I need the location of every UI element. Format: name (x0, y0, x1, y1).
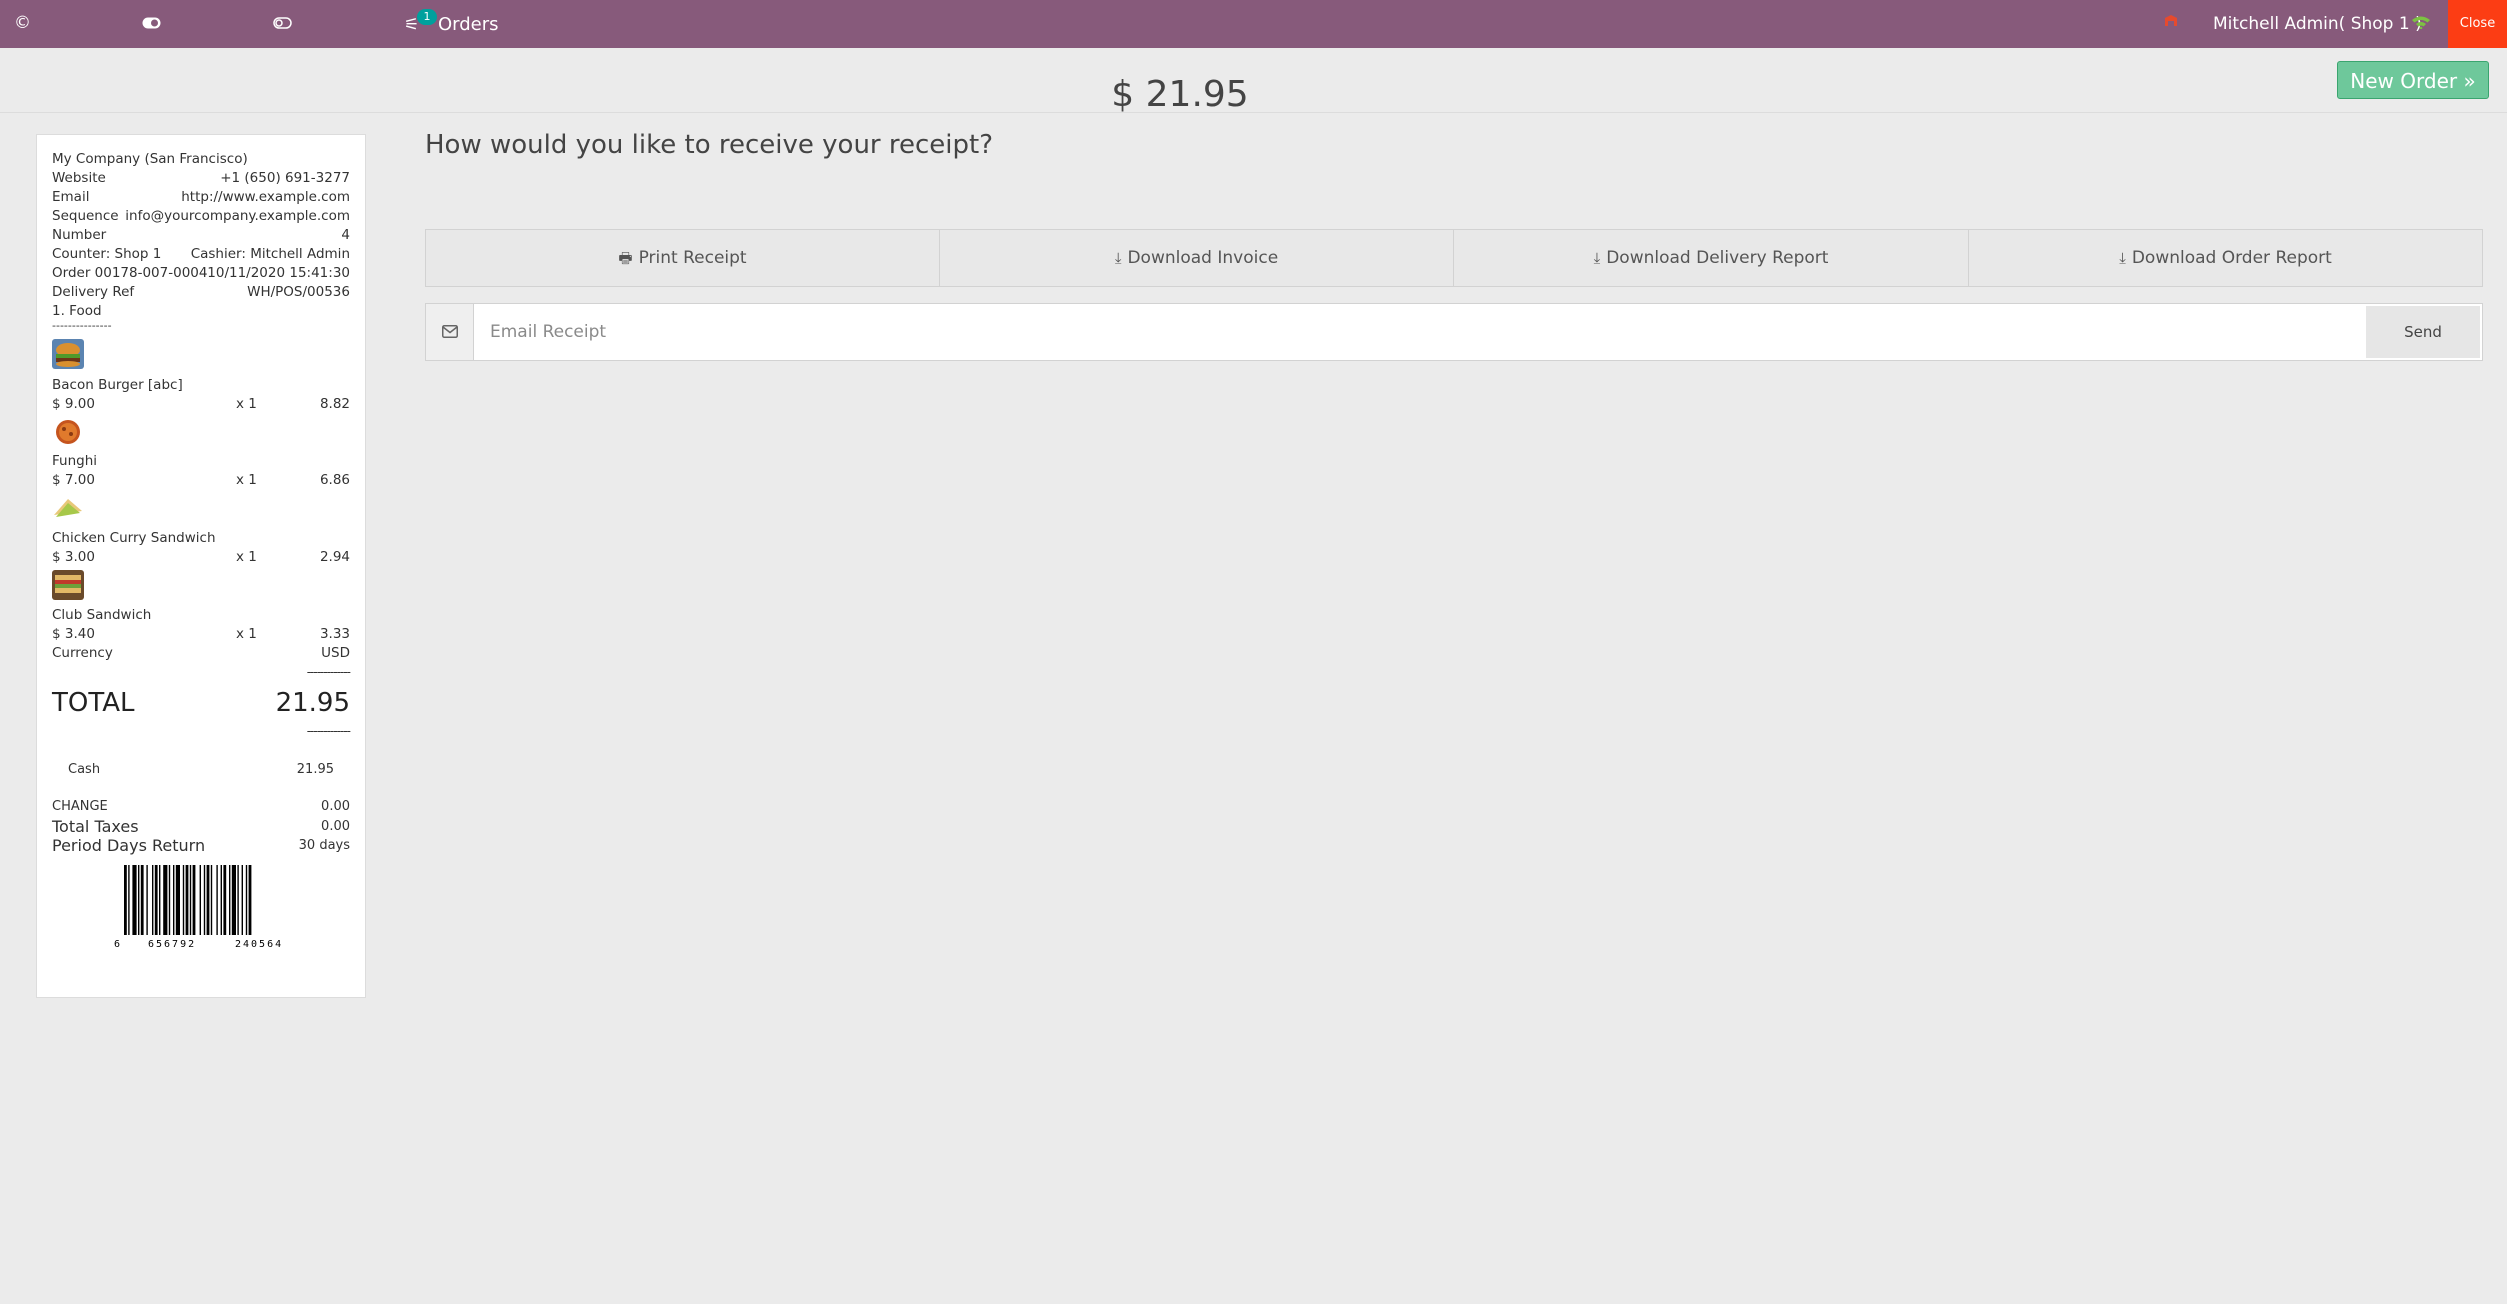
order-date: 10/11/2020 15:41:30 (207, 265, 350, 281)
company-name: My Company (San Francisco) (52, 151, 248, 167)
item-name: Club Sandwich (52, 607, 152, 623)
barcode-digit-first: 6 (114, 939, 120, 949)
payment-amount: 21.95 (296, 762, 334, 777)
item-qty: x 1 (236, 396, 257, 412)
item-total: 8.82 (319, 396, 350, 412)
receipt-total: TOTAL 21.95 (52, 688, 350, 724)
email-value: http://www.example.com (181, 189, 350, 205)
sync-status-icon[interactable] (2163, 14, 2179, 28)
delivery-value: WH/POS/00536 (247, 284, 350, 300)
item-total: 3.33 (319, 626, 350, 642)
download-order-label: Download Order Report (2131, 248, 2332, 268)
download-icon: ⤓ (2119, 249, 2126, 267)
total-value: 21.95 (275, 688, 350, 718)
receipt-actions: 🖶 Print Receipt ⤓ Download Invoice ⤓ Downlo… (425, 229, 2483, 287)
top-bar: © ⚟ 1 Orders Mitchell Admin( Shop 1 ) Cl… (0, 0, 2507, 48)
print-receipt-button[interactable]: 🖶 Print Receipt (425, 229, 940, 287)
orders-count-badge: 1 (417, 9, 437, 25)
print-receipt-label: Print Receipt (638, 248, 747, 268)
item-price: $ 9.00 (52, 396, 95, 412)
category-label: 1. Food (52, 303, 102, 319)
email-label: Email (52, 189, 90, 205)
number-value: 4 (341, 227, 350, 243)
item-total: 2.94 (319, 549, 350, 565)
order-ref: Order 00178-007-0004 (52, 265, 208, 281)
currency-value: USD (321, 645, 350, 661)
download-order-report-button[interactable]: ⤓ Download Order Report (1968, 229, 2483, 287)
download-icon: ⤓ (1593, 249, 1601, 267)
user-name[interactable]: Mitchell Admin( Shop 1 ) (2213, 14, 2422, 34)
total-label: TOTAL (52, 688, 135, 718)
delivery-label: Delivery Ref (52, 284, 135, 300)
total-separator-bottom: ------------- (306, 724, 351, 738)
sequence-label: Sequence (52, 208, 119, 224)
item-total: 6.86 (319, 472, 350, 488)
total-amount: $ 21.95 (1111, 74, 1249, 115)
email-receipt-input[interactable] (474, 304, 2364, 360)
download-delivery-label: Download Delivery Report (1606, 248, 1829, 268)
number-label: Number (52, 227, 107, 243)
category-separator: --------------- (52, 319, 112, 332)
item-qty: x 1 (236, 549, 257, 565)
taxes-value: 0.00 (321, 819, 350, 834)
orders-label: Orders (438, 14, 499, 35)
total-separator-top: ------------- (306, 665, 351, 679)
envelope-icon (442, 325, 458, 338)
receipt-preview: My Company (San Francisco) Website +1 (65… (36, 134, 366, 998)
wifi-icon (2412, 16, 2430, 29)
item-qty: x 1 (236, 626, 257, 642)
currency-label: Currency (52, 645, 113, 661)
website-value: +1 (650) 691-3277 (220, 170, 350, 186)
change-label: CHANGE (52, 799, 108, 814)
bacon-burger-image (52, 339, 84, 369)
club-sandwich-image (52, 570, 84, 600)
return-label: Period Days Return (52, 836, 206, 855)
receipt-question: How would you like to receive your recei… (425, 130, 994, 160)
payment-method: Cash (68, 762, 101, 777)
toggle-icon[interactable] (142, 17, 161, 29)
download-icon: ⤓ (1114, 249, 1122, 267)
taxes-label: Total Taxes (52, 817, 139, 836)
change-value: 0.00 (321, 799, 350, 814)
barcode-digits-left: 656792 (148, 939, 196, 949)
counter-text: Counter: Shop 1 (52, 246, 162, 262)
send-button[interactable]: Send (2366, 306, 2480, 358)
close-button[interactable]: Close (2448, 0, 2507, 48)
item-price: $ 7.00 (52, 472, 95, 488)
printer-icon: 🖶 (618, 249, 633, 267)
barcode-digits-right: 240564 (235, 939, 283, 949)
item-qty: x 1 (236, 472, 257, 488)
sequence-value: info@yourcompany.example.com (125, 208, 350, 224)
email-receipt-group: Send (425, 303, 2483, 361)
circle-info-icon[interactable]: © (14, 13, 31, 33)
cashier-text: Cashier: Mitchell Admin (190, 246, 350, 262)
chicken-curry-sandwich-image (52, 493, 84, 523)
new-order-button[interactable]: New Order » (2337, 61, 2489, 99)
download-delivery-report-button[interactable]: ⤓ Download Delivery Report (1453, 229, 1969, 287)
funghi-image (52, 417, 84, 447)
download-invoice-label: Download Invoice (1127, 248, 1279, 268)
item-name: Chicken Curry Sandwich (52, 530, 216, 546)
return-value: 30 days (298, 838, 350, 853)
item-name: Bacon Burger [abc] (52, 377, 183, 393)
website-label: Website (52, 170, 106, 186)
download-invoice-button[interactable]: ⤓ Download Invoice (939, 229, 1454, 287)
item-name: Funghi (52, 453, 98, 469)
item-price: $ 3.40 (52, 626, 95, 642)
toggle-outline-icon[interactable] (273, 17, 292, 29)
receipt-barcode: 6 656792 240564 (114, 865, 283, 949)
email-addon (426, 304, 474, 360)
item-price: $ 3.00 (52, 549, 95, 565)
